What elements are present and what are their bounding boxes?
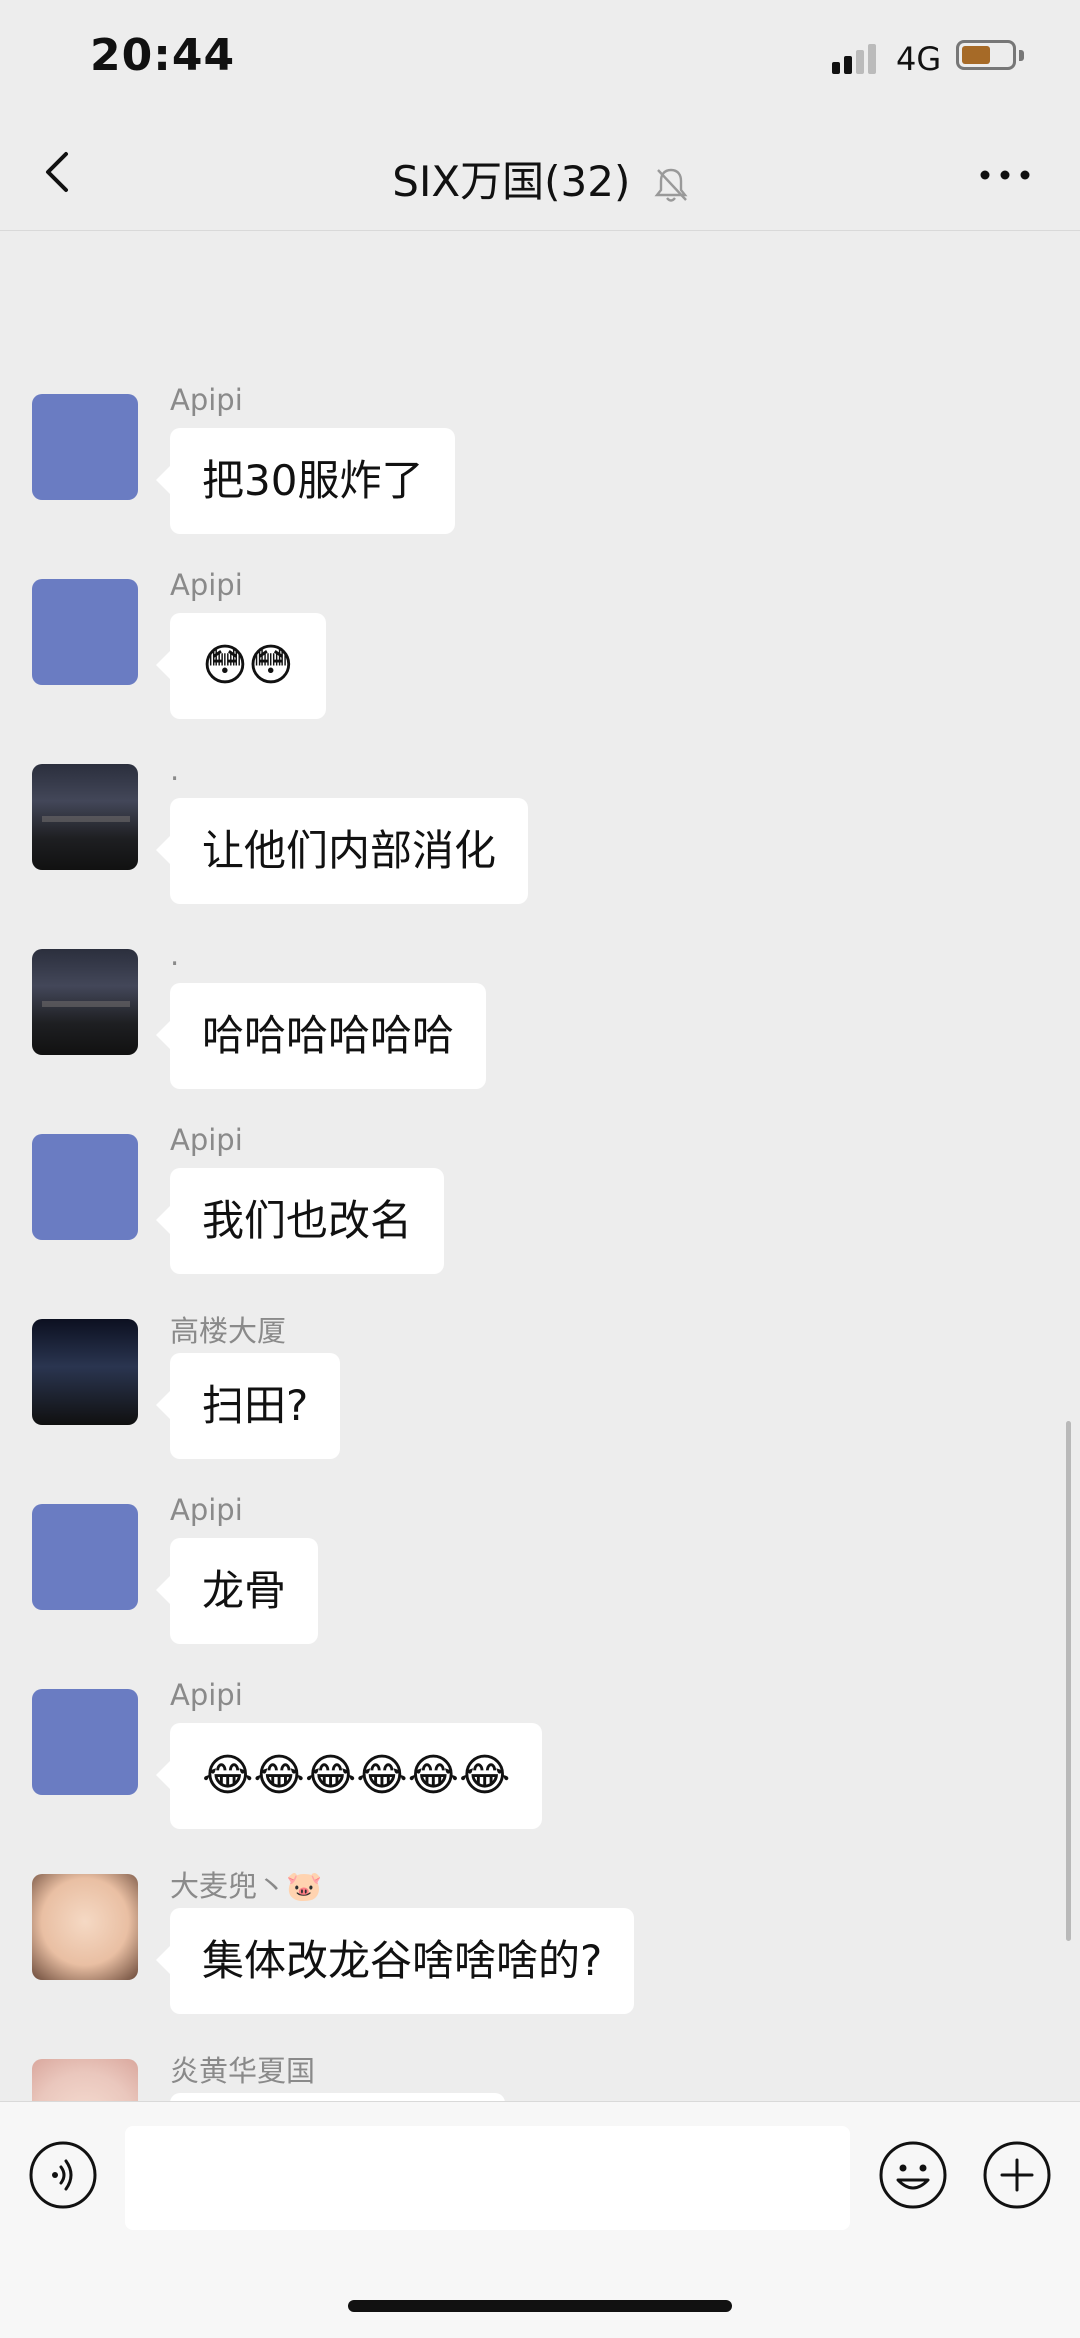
message-bubble[interactable]: 龙骨 [155, 1538, 319, 1644]
plus-icon[interactable] [982, 2140, 1052, 2210]
avatar[interactable] [32, 1134, 138, 1240]
sender-name: Apipi [170, 1678, 243, 1712]
avatar[interactable] [32, 1504, 138, 1610]
message-bubble[interactable]: 我们也改名 [155, 1168, 445, 1274]
avatar[interactable] [32, 579, 138, 685]
sender-name: Apipi [170, 383, 243, 417]
message-bubble[interactable]: 让他们内部消化 [155, 798, 529, 904]
avatar[interactable] [32, 1689, 138, 1795]
voice-icon[interactable] [28, 2140, 98, 2210]
status-bar: 20:44 4G [0, 0, 1080, 120]
bell-muted-icon [654, 168, 688, 202]
signal-icon [832, 44, 876, 74]
sender-name: 炎黄华夏国 [170, 2054, 316, 2088]
message-bubble[interactable]: 把30服炸了 [155, 428, 456, 534]
home-indicator[interactable] [348, 2300, 732, 2312]
avatar[interactable] [32, 764, 138, 870]
avatar[interactable] [32, 394, 138, 500]
scrollbar[interactable] [1066, 1421, 1071, 1941]
flushed-emoji: 😳😳 [202, 640, 294, 691]
message-bubble[interactable]: 😳😳 [156, 613, 326, 719]
status-time: 20:44 [90, 30, 236, 81]
avatar[interactable] [32, 1319, 138, 1425]
network-type: 4G [896, 40, 942, 78]
emoji-icon[interactable] [878, 2140, 948, 2210]
sender-name: . [170, 753, 180, 787]
sender-name: 大麦兜丶🐷 [170, 1869, 323, 1903]
message-bubble[interactable]: 😂😂😂😂😂😂 [155, 1723, 543, 1829]
chat-header: SIX万国(32) [0, 120, 1080, 231]
avatar[interactable] [32, 2059, 138, 2101]
message-bubble[interactable]: 哈哈哈哈哈哈 [155, 983, 487, 1089]
avatar[interactable] [32, 949, 138, 1055]
sender-name: Apipi [170, 1493, 243, 1527]
message-input[interactable] [125, 2126, 850, 2230]
message-bubble[interactable]: 扫田? [155, 1353, 341, 1459]
message-bubble[interactable]: 集体改龙谷啥啥啥的? [155, 1908, 635, 2014]
avatar[interactable] [32, 1874, 138, 1980]
sender-name: . [170, 938, 180, 972]
chat-title-wrap: SIX万国(32) [0, 148, 1080, 209]
message-bubble[interactable] [170, 2093, 505, 2101]
battery-icon [956, 40, 1016, 70]
sender-name: Apipi [170, 1123, 243, 1157]
chat-list[interactable]: 然后 Apipi 把30服炸了 Apipi 😳😳 . 让他们内部消化 . 哈哈哈… [0, 231, 1080, 2101]
chat-title: SIX万国(32) [392, 157, 631, 206]
more-icon[interactable] [975, 150, 1035, 200]
laughing-emoji: 😂😂😂😂😂😂 [202, 1750, 511, 1801]
sender-name: 高楼大厦 [170, 1314, 287, 1348]
sender-name: Apipi [170, 568, 243, 602]
